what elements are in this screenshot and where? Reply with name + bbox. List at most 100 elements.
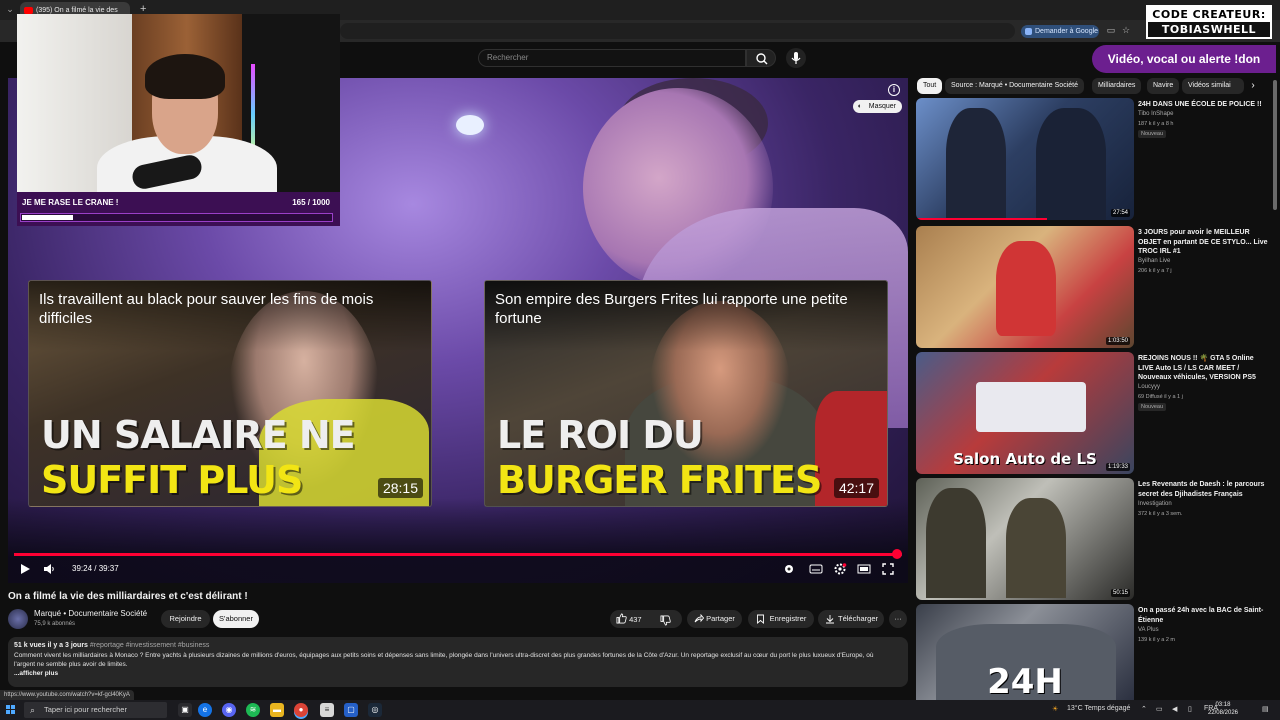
download-button[interactable]: Télécharger <box>818 610 884 628</box>
ask-google-button[interactable]: Demander à Google <box>1021 25 1099 38</box>
recommendation-title: 24H DANS UNE ÉCOLE DE POLICE !! <box>1138 101 1262 108</box>
recommendation-meta: 206 k il y a 7 j <box>1138 268 1172 274</box>
recommendation-duration: 1:19:33 <box>1105 463 1130 471</box>
clock-date: 22/08/2026 <box>1207 710 1238 716</box>
recommendation-thumbnail[interactable]: 24H <box>916 604 1134 700</box>
status-bar-url: https://www.youtube.com/watch?v=kf-gcl40… <box>0 690 134 700</box>
recommendation-thumbnail[interactable]: 1:03:50 <box>916 226 1134 348</box>
discord-icon[interactable]: ◉ <box>222 703 236 717</box>
recommendation-item[interactable]: 27:54 24H DANS UNE ÉCOLE DE POLICE !! Ti… <box>916 98 1272 222</box>
like-button[interactable]: 437 <box>616 613 650 626</box>
chevron-right-icon[interactable]: › <box>1246 79 1260 93</box>
recommendation-title: Les Revenants de Daesh : le parcours sec… <box>1138 481 1265 498</box>
fullscreen-button[interactable] <box>880 562 896 578</box>
chip-similar[interactable]: Vidéos similai <box>1182 78 1244 94</box>
theater-mode-button[interactable] <box>856 562 872 578</box>
join-button[interactable]: Rejoindre <box>161 610 210 628</box>
tray-chevron-icon[interactable]: ⌃ <box>1141 705 1147 713</box>
voice-search-button[interactable] <box>786 48 806 68</box>
recommendation-thumbnail[interactable]: 27:54 <box>916 98 1134 220</box>
search-input[interactable]: Rechercher <box>478 49 746 67</box>
thumbnail-text-line1: LE ROI DU <box>497 413 704 457</box>
chip-source-category: Documentaire Société <box>1009 82 1078 89</box>
url-field[interactable] <box>340 23 1015 39</box>
recommendation-meta: 187 k il y a 8 h <box>1138 121 1174 127</box>
hide-endscreen-button[interactable]: Masquer <box>852 100 902 113</box>
end-card-video-1[interactable]: Ils travaillent au black pour sauver les… <box>28 280 432 507</box>
webcam-overlay <box>17 14 340 192</box>
share-label: Partager <box>706 614 735 623</box>
end-card-video-2[interactable]: Son empire des Burgers Frites lui rappor… <box>484 280 888 507</box>
play-icon <box>21 564 30 574</box>
recommendation-duration: 1:03:50 <box>1105 337 1130 345</box>
steam-icon[interactable]: ◎ <box>368 703 382 717</box>
spotify-icon[interactable]: ≋ <box>246 703 260 717</box>
chip-navire[interactable]: Navire <box>1147 78 1180 94</box>
battery-icon[interactable]: ▯ <box>1188 705 1192 713</box>
recommendation-item[interactable]: 1:03:50 3 JOURS pour avoir le MEILLEUR O… <box>916 226 1272 350</box>
file-explorer-icon[interactable]: ▬ <box>270 703 284 717</box>
cast-icon[interactable]: ▭ <box>1105 25 1117 36</box>
like-count: 437 <box>629 615 642 624</box>
subscribe-button[interactable]: S'abonner <box>213 610 259 628</box>
bookmark-star-icon[interactable]: ☆ <box>1120 25 1132 36</box>
hashtags[interactable]: #reportage #investissement #business <box>90 642 209 649</box>
clock-time: 03:18 <box>1215 702 1231 708</box>
seek-bar[interactable] <box>14 549 903 559</box>
recommendation-thumbnail[interactable]: Salon Auto de LS 1:19:33 <box>916 352 1134 474</box>
description-box[interactable]: 51 k vues il y a 3 jours #reportage #inv… <box>8 637 908 687</box>
subtitles-button[interactable] <box>808 562 824 578</box>
chip-milliardaires[interactable]: Milliardaires <box>1092 78 1142 94</box>
channel-name[interactable]: Marqué • Documentaire Société <box>34 609 147 618</box>
creator-code-label: CODE CREATEUR: <box>1148 7 1270 22</box>
recommendation-duration: 27:54 <box>1110 209 1130 217</box>
play-button[interactable] <box>18 562 32 578</box>
speaker-icon[interactable]: ◀ <box>1172 705 1177 713</box>
edge-icon[interactable]: e <box>198 703 212 717</box>
notepad-icon[interactable]: ≡ <box>320 703 334 717</box>
recommendation-item[interactable]: 24H On a passé 24h avec la BAC de Saint-… <box>916 604 1272 700</box>
channel-avatar[interactable] <box>8 609 28 629</box>
thumbs-up-icon <box>616 613 627 624</box>
chip-all[interactable]: Tout <box>917 78 943 94</box>
time-display: 39:24 / 39:37 <box>72 564 119 573</box>
channel-name-text: Marqué <box>34 609 62 618</box>
recommendation-thumbnail[interactable]: 50:15 <box>916 478 1134 600</box>
settings-button[interactable] <box>832 562 848 578</box>
weather-text[interactable]: 13°C Temps dégagé <box>1067 705 1130 712</box>
dislike-button[interactable] <box>660 613 674 626</box>
save-button[interactable]: Enregistrer <box>748 610 814 628</box>
thumbnail-text-line1: UN SALAIRE NE <box>41 413 356 457</box>
show-more-link[interactable]: ...afficher plus <box>14 670 902 677</box>
recommendation-item[interactable]: 50:15 Les Revenants de Daesh : le parcou… <box>916 478 1272 602</box>
notifications-icon[interactable]: ▤ <box>1262 705 1269 713</box>
tab-search-icon[interactable]: ⌄ <box>4 2 16 16</box>
network-icon[interactable]: ▭ <box>1156 705 1163 713</box>
chrome-icon[interactable]: ● <box>294 703 308 717</box>
subtitles-icon <box>809 564 823 574</box>
search-button[interactable] <box>746 49 776 67</box>
share-button[interactable]: Partager <box>687 610 742 628</box>
fullscreen-icon <box>882 563 894 575</box>
task-view-icon[interactable]: ▣ <box>178 703 192 717</box>
system-clock[interactable]: 03:18 22/08/2026 <box>1208 701 1238 717</box>
streamer-hair <box>145 54 225 99</box>
autoplay-toggle[interactable] <box>782 562 796 578</box>
donation-goal-widget: JE ME RASE LE CRANE ! 165 / 1000 <box>17 192 340 226</box>
description-text: Comment vivent les milliardaires à Monac… <box>14 652 874 668</box>
recommendation-item[interactable]: Salon Auto de LS 1:19:33 REJOINS NOUS !!… <box>916 352 1272 476</box>
taskbar-search-input[interactable]: Taper ici pour rechercher <box>24 702 167 718</box>
goal-progress-fill <box>22 215 73 220</box>
volume-button[interactable] <box>42 562 56 578</box>
download-icon <box>826 615 834 624</box>
search-icon <box>756 53 768 65</box>
windows-start-icon[interactable] <box>6 705 16 715</box>
goal-count: 165 / 1000 <box>292 198 330 207</box>
info-icon[interactable]: i <box>888 84 900 96</box>
more-actions-button[interactable]: ··· <box>889 610 907 628</box>
thumbnail-person <box>946 108 1006 220</box>
volume-icon <box>44 564 54 574</box>
chip-source[interactable]: Source : Marqué • Documentaire Société <box>945 78 1084 94</box>
app-icon[interactable]: ▢ <box>344 703 358 717</box>
page-scrollbar[interactable] <box>1273 80 1277 210</box>
